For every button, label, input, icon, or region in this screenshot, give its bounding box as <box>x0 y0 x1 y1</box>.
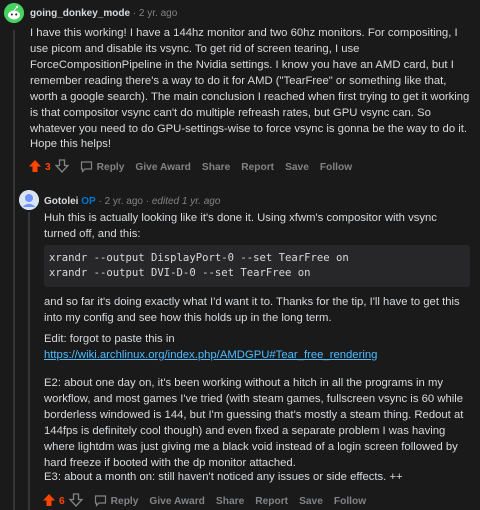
comment-actions: 6 Reply Give Award Share Report Save Fol… <box>42 493 377 510</box>
op-badge: OP <box>81 196 96 207</box>
share-button[interactable]: Share <box>216 496 244 507</box>
reply-button[interactable]: Reply <box>111 496 139 507</box>
timestamp[interactable]: 2 yr. ago <box>105 196 143 207</box>
comment-meta: going_donkey_mode · 2 yr. ago <box>30 8 177 19</box>
report-button[interactable]: Report <box>241 162 274 173</box>
meta-separator: · <box>132 8 137 19</box>
snoo-avatar-icon <box>4 3 24 23</box>
comment-body: E3: about a month on: still haven't noti… <box>44 471 403 483</box>
comment-body: and so far it's doing exactly what I'd w… <box>44 296 460 324</box>
code-line: xrandr --output DisplayPort-0 --set Tear… <box>49 252 349 264</box>
timestamp[interactable]: 2 yr. ago <box>139 8 177 19</box>
reply-icon[interactable] <box>80 160 93 176</box>
comment-body: I have this working! I have a 144hz moni… <box>30 27 470 135</box>
code-line: xrandr --output DVI-D-0 --set TearFree o… <box>49 267 311 279</box>
comment-body: E2: about one day on, it's been working … <box>44 377 464 469</box>
meta-separator: · <box>145 196 150 207</box>
avatar[interactable] <box>19 190 39 210</box>
user-avatar-icon <box>19 190 39 210</box>
vote-count: 6 <box>59 496 65 507</box>
code-block: xrandr --output DisplayPort-0 --set Tear… <box>44 245 470 287</box>
comment-meta: Gotolei OP · 2 yr. ago · edited 1 yr. ag… <box>44 196 220 207</box>
reply-button[interactable]: Reply <box>97 162 125 173</box>
username[interactable]: Gotolei <box>44 196 78 207</box>
follow-button[interactable]: Follow <box>320 162 352 173</box>
save-button[interactable]: Save <box>299 496 323 507</box>
wiki-link-wrapper: https://wiki.archlinux.org/index.php/AMD… <box>44 347 470 363</box>
report-button[interactable]: Report <box>255 496 288 507</box>
thread-line-reply[interactable] <box>28 212 30 510</box>
upvote-icon[interactable] <box>28 159 42 176</box>
avatar[interactable] <box>4 3 24 23</box>
comment-body: Huh this is actually looking like it's d… <box>44 212 437 240</box>
upvote-icon[interactable] <box>42 493 56 510</box>
edited-label: edited 1 yr. ago <box>151 196 221 207</box>
thread-line-root[interactable] <box>13 30 15 510</box>
wiki-link[interactable]: https://wiki.archlinux.org/index.php/AMD… <box>44 349 377 361</box>
vote-count: 3 <box>45 162 51 173</box>
comment-actions: 3 Reply Give Award Share Report Save Fol… <box>28 159 363 176</box>
save-button[interactable]: Save <box>285 162 309 173</box>
reply-icon[interactable] <box>94 494 107 510</box>
give-award-button[interactable]: Give Award <box>149 496 205 507</box>
follow-button[interactable]: Follow <box>334 496 366 507</box>
meta-separator: · <box>98 196 102 207</box>
edit-note: Edit: forgot to paste this in <box>44 333 175 345</box>
give-award-button[interactable]: Give Award <box>135 162 191 173</box>
downvote-icon[interactable] <box>68 493 84 510</box>
comment-body: Hope this helps! <box>30 138 112 150</box>
share-button[interactable]: Share <box>202 162 230 173</box>
username[interactable]: going_donkey_mode <box>30 8 130 19</box>
downvote-icon[interactable] <box>54 159 70 176</box>
